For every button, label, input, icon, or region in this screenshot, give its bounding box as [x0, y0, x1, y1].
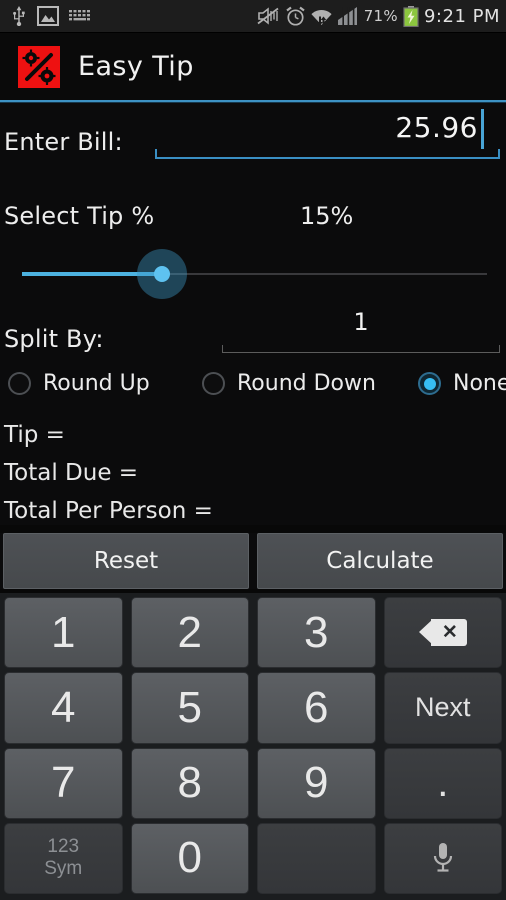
- key-3[interactable]: 3: [257, 597, 376, 669]
- bill-input-value: 25.96: [395, 111, 478, 144]
- status-bar-left-icons: [0, 6, 92, 26]
- radio-round-down-label: Round Down: [237, 371, 376, 396]
- radio-circle-icon: [202, 372, 225, 395]
- key-9[interactable]: 9: [257, 747, 376, 819]
- page-title: Easy Tip: [78, 51, 194, 82]
- key-backspace[interactable]: ✕: [383, 597, 502, 669]
- split-by-input[interactable]: 1: [222, 308, 500, 353]
- keyboard-row: 4 5 6 Next: [4, 672, 502, 744]
- radio-round-up[interactable]: Round Up: [8, 371, 150, 396]
- keyboard-row: 123 Sym 0: [4, 822, 502, 894]
- key-2[interactable]: 2: [130, 597, 249, 669]
- key-5[interactable]: 5: [130, 672, 249, 744]
- slider-thumb-dot: [153, 266, 170, 282]
- key-sym-line1: 123: [47, 836, 80, 858]
- key-next[interactable]: Next: [383, 672, 502, 744]
- radio-round-up-label: Round Up: [43, 371, 150, 396]
- backspace-icon: ✕: [418, 619, 467, 647]
- bill-input[interactable]: 25.96: [155, 109, 500, 159]
- radio-none-label: None: [453, 371, 506, 396]
- action-button-row: Reset Calculate: [0, 533, 506, 589]
- key-sym-line2: Sym: [44, 858, 83, 880]
- radio-circle-icon: [8, 372, 31, 395]
- result-total-per-person: Total Per Person =: [4, 498, 213, 524]
- key-microphone[interactable]: [383, 822, 502, 894]
- keyboard-row: 1 2 3 ✕: [4, 597, 502, 669]
- radio-round-down[interactable]: Round Down: [202, 371, 376, 396]
- radio-circle-selected-icon: [418, 372, 441, 395]
- result-total-due: Total Due =: [4, 460, 139, 486]
- mute-vibrate-off-icon: [257, 7, 279, 25]
- key-7[interactable]: 7: [4, 747, 123, 819]
- keyboard-row: 7 8 9 .: [4, 747, 502, 819]
- result-tip: Tip =: [4, 422, 65, 448]
- rounding-radio-group: Round Up Round Down None: [0, 371, 506, 405]
- battery-charging-icon: [403, 5, 419, 27]
- percent-gear-icon: [18, 45, 60, 88]
- signal-bars-icon: [337, 6, 357, 26]
- reset-button[interactable]: Reset: [3, 533, 249, 589]
- key-4[interactable]: 4: [4, 672, 123, 744]
- radio-none[interactable]: None: [418, 371, 506, 396]
- keyboard-icon: [69, 10, 90, 21]
- key-blank[interactable]: [257, 822, 376, 894]
- wifi-icon: [311, 10, 332, 26]
- screenshot-image-icon: [37, 6, 59, 26]
- battery-percent-label: 71%: [363, 7, 398, 25]
- numeric-keyboard: 1 2 3 ✕ 4 5 6 Next 7 8 9 . 123 Sym 0: [0, 593, 506, 900]
- app-title-bar: Easy Tip: [0, 33, 506, 100]
- text-cursor: [481, 109, 484, 149]
- calculate-button[interactable]: Calculate: [257, 533, 503, 589]
- bill-label: Enter Bill:: [4, 128, 123, 156]
- tip-percent-value: 15%: [300, 202, 354, 230]
- split-by-input-underline: [222, 345, 500, 353]
- tip-percent-slider[interactable]: [22, 249, 487, 299]
- status-bar-right-icons: 71% 9:21 PM: [256, 5, 506, 27]
- tip-percent-label: Select Tip %: [4, 202, 155, 230]
- app-screen: 71% 9:21 PM Easy Tip Enter Bill: 25.96 S…: [0, 0, 506, 900]
- bill-input-underline: [155, 149, 500, 159]
- key-6[interactable]: 6: [257, 672, 376, 744]
- tip-calculator-form: Enter Bill: 25.96 Select Tip % 15% Split…: [0, 103, 506, 525]
- key-period[interactable]: .: [383, 747, 502, 819]
- key-123-sym[interactable]: 123 Sym: [4, 822, 123, 894]
- key-8[interactable]: 8: [130, 747, 249, 819]
- alarm-clock-icon: [286, 6, 305, 26]
- key-0[interactable]: 0: [130, 822, 249, 894]
- title-divider: [0, 100, 506, 103]
- key-1[interactable]: 1: [4, 597, 123, 669]
- clock-label: 9:21 PM: [423, 5, 500, 27]
- results-section: Tip = Total Due = Total Per Person =: [4, 416, 213, 530]
- usb-icon: [13, 6, 25, 26]
- split-by-input-value: 1: [353, 308, 369, 336]
- microphone-icon: [433, 843, 452, 872]
- split-by-label: Split By:: [4, 325, 104, 353]
- status-bar: 71% 9:21 PM: [0, 0, 506, 33]
